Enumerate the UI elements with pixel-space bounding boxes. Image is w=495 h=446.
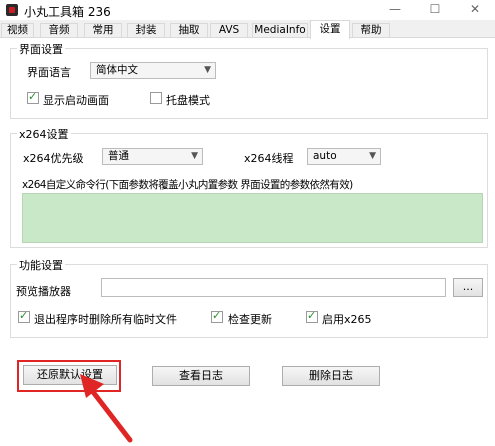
tab-video[interactable]: 视频 [1,23,34,38]
tab-mediainfo[interactable]: MediaInfo [252,23,308,38]
title-bar: 小丸工具箱 236 — ☐ ✕ [0,0,495,20]
tab-audio[interactable]: 音频 [40,23,78,38]
check-update-checkbox[interactable] [211,309,223,323]
preview-player-label: 预览播放器 [16,285,71,298]
chevron-down-icon: ▼ [204,65,211,75]
tab-settings[interactable]: 设置 [310,20,350,39]
delete-temp-checkbox[interactable] [18,309,30,323]
minimize-button[interactable]: — [375,0,415,20]
browse-player-button[interactable]: ... [453,278,483,297]
app-icon [6,4,18,16]
tab-strip: 视频 音频 常用 封装 抽取 AVS MediaInfo 设置 帮助 [0,20,495,39]
tab-help[interactable]: 帮助 [352,23,390,38]
language-value: 简体中文 [96,64,138,76]
tab-avs[interactable]: AVS [210,23,248,38]
interface-settings-title: 界面设置 [17,41,65,57]
x264-priority-label: x264优先级 [23,152,84,165]
language-select[interactable]: 简体中文 ▼ [90,62,216,79]
close-button[interactable]: ✕ [455,0,495,20]
tab-common[interactable]: 常用 [84,23,122,38]
chevron-down-icon: ▼ [191,151,198,161]
x264-threads-label: x264线程 [244,152,294,165]
tab-mux[interactable]: 封装 [127,23,165,38]
view-log-button[interactable]: 查看日志 [152,366,250,386]
x264-priority-value: 普通 [108,150,129,162]
delete-log-button[interactable]: 删除日志 [282,366,380,386]
x264-settings-title: x264设置 [17,126,71,142]
check-update-label: 检查更新 [228,313,272,326]
preview-player-input[interactable] [101,278,446,297]
delete-temp-label: 退出程序时删除所有临时文件 [34,313,177,326]
chevron-down-icon: ▼ [369,151,376,161]
show-splash-checkbox[interactable] [27,90,39,104]
x264-threads-select[interactable]: auto ▼ [307,148,381,165]
tab-extract[interactable]: 抽取 [170,23,208,38]
show-splash-label: 显示启动画面 [43,94,109,107]
language-label: 界面语言 [27,66,71,79]
enable-x265-label: 启用x265 [322,313,372,326]
x264-threads-value: auto [313,150,337,162]
x264-priority-select[interactable]: 普通 ▼ [102,148,203,165]
maximize-button[interactable]: ☐ [415,0,455,20]
x264-custom-cmd-textarea[interactable] [22,193,483,243]
tray-mode-label: 托盘模式 [166,94,210,107]
enable-x265-checkbox[interactable] [306,309,318,323]
interface-settings-group: 界面设置 [10,41,488,119]
x264-custom-cmd-label: x264自定义命令行(下面参数将覆盖小丸内置参数 界面设置的参数依然有效) [22,179,353,191]
pointer-arrow-icon [80,374,133,443]
tray-mode-checkbox[interactable] [150,92,162,104]
function-settings-title: 功能设置 [17,257,65,273]
window-title: 小丸工具箱 236 [24,5,111,19]
